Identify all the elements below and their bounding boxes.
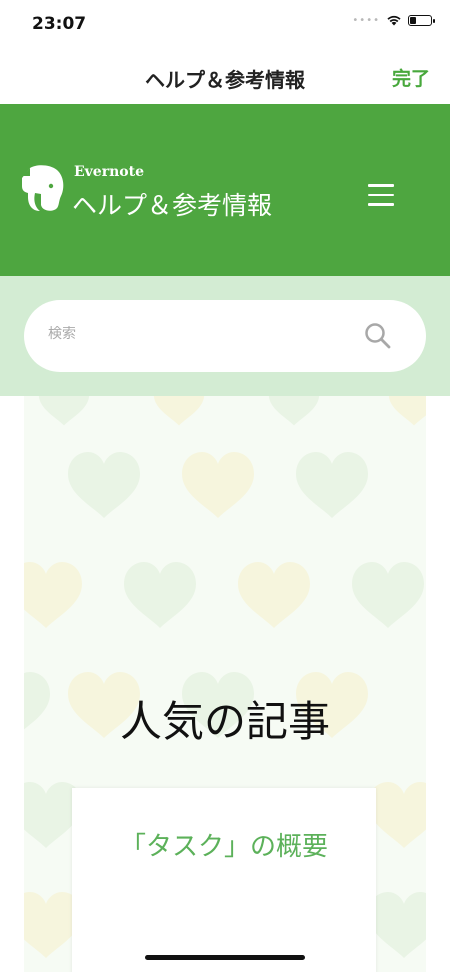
status-time: 23:07 (32, 14, 87, 34)
site-header: Evernote ヘルプ＆参考情報 (0, 104, 450, 276)
hero-section: 人気の記事 「タスク」の概要 (24, 396, 426, 972)
hamburger-menu-icon[interactable] (368, 184, 394, 213)
search-box[interactable] (24, 300, 426, 372)
search-input[interactable] (48, 326, 348, 342)
article-link[interactable]: 「タスク」の概要 (72, 826, 376, 863)
home-indicator[interactable] (145, 955, 305, 960)
search-icon[interactable] (364, 322, 392, 350)
site-title: ヘルプ＆参考情報 (72, 191, 273, 220)
done-button[interactable]: 完了 (392, 64, 430, 91)
search-band (0, 276, 450, 396)
nav-title: ヘルプ＆参考情報 (145, 68, 305, 92)
status-bar: 23:07 •••• (0, 0, 450, 48)
article-card[interactable]: 「タスク」の概要 (72, 788, 376, 972)
elephant-logo-icon[interactable] (20, 164, 66, 214)
wifi-icon (387, 15, 401, 26)
brand-name: Evernote (74, 164, 144, 180)
nav-bar: ヘルプ＆参考情報 完了 (0, 48, 450, 104)
status-icons: •••• (352, 14, 435, 26)
battery-icon (408, 14, 435, 26)
signal-icon: •••• (352, 14, 380, 26)
popular-articles-heading: 人気の記事 (119, 697, 330, 746)
